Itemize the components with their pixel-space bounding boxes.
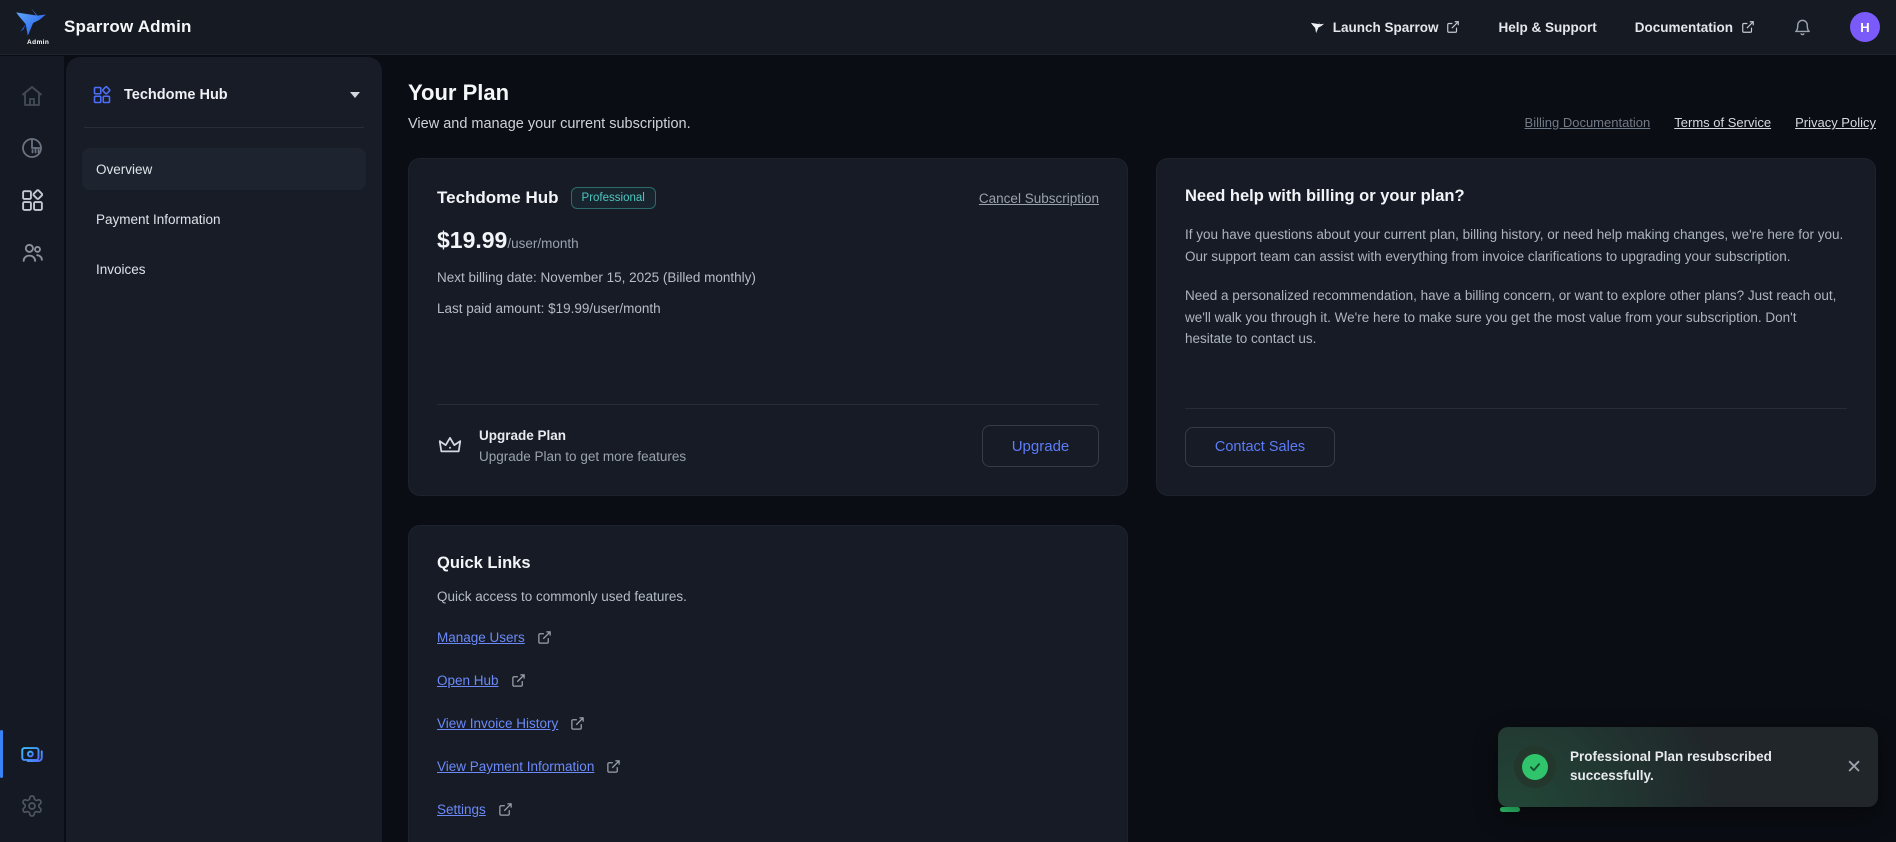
home-icon[interactable] [14,78,50,114]
plan-price: $19.99 [437,227,507,254]
launch-sparrow-label: Launch Sparrow [1333,20,1439,35]
page-head: Your Plan View and manage your current s… [408,80,1876,132]
external-link-icon [570,716,585,731]
external-link-icon [511,673,526,688]
workspace-selector[interactable]: Techdome Hub [82,79,366,111]
workspace-name: Techdome Hub [124,87,338,103]
external-link-icon [1741,20,1755,34]
billing-documentation-link[interactable]: Billing Documentation [1525,115,1651,130]
sparrow-bird-icon [1310,20,1325,35]
quick-links-subtitle: Quick access to commonly used features. [437,589,1099,604]
success-icon-ring [1514,746,1556,788]
quick-link-row: View Invoice History [437,716,1099,731]
upgrade-plan-title: Upgrade Plan [479,428,686,443]
user-avatar[interactable]: H [1850,12,1880,42]
quick-links-title: Quick Links [437,554,1099,573]
manage-users-link[interactable]: Manage Users [437,630,525,645]
plan-name: Techdome Hub [437,188,559,208]
terms-of-service-link[interactable]: Terms of Service [1674,115,1771,130]
page-subtitle: View and manage your current subscriptio… [408,116,691,132]
success-toast: Professional Plan resubscribed successfu… [1498,727,1878,807]
close-icon[interactable]: ✕ [1846,758,1862,777]
quick-link-row: Open Hub [437,673,1099,688]
notifications-button[interactable] [1793,18,1812,37]
plan-card: Techdome Hub Professional Cancel Subscri… [408,158,1128,496]
sidebar-item-payment-information[interactable]: Payment Information [82,198,366,240]
sidebar-divider [84,127,364,128]
external-link-icon [537,630,552,645]
upgrade-plan-subtitle: Upgrade Plan to get more features [479,449,686,464]
documentation-button[interactable]: Documentation [1635,20,1755,35]
app-title: Sparrow Admin [64,17,192,37]
quick-link-row: Manage Users [437,630,1099,645]
help-support-label: Help & Support [1498,20,1596,35]
help-paragraph-1: If you have questions about your current… [1185,224,1847,267]
external-link-icon [606,759,621,774]
privacy-policy-link[interactable]: Privacy Policy [1795,115,1876,130]
help-paragraph-2: Need a personalized recommendation, have… [1185,285,1847,350]
page-title: Your Plan [408,80,691,106]
next-billing-date: Next billing date: November 15, 2025 (Bi… [437,270,1099,285]
icon-rail [0,56,64,842]
sidebar-item-invoices[interactable]: Invoices [82,248,366,290]
legal-links: Billing Documentation Terms of Service P… [1525,115,1876,132]
external-link-icon [1446,20,1460,34]
settings-icon[interactable] [14,788,50,824]
sidebar-item-label: Overview [96,162,152,177]
analytics-icon[interactable] [14,130,50,166]
apps-icon[interactable] [14,182,50,218]
billing-icon[interactable] [14,736,50,772]
workspace-icon [92,85,112,105]
check-circle-icon [1522,754,1548,780]
sparrow-bird-icon [14,6,48,40]
launch-sparrow-button[interactable]: Launch Sparrow [1310,20,1461,35]
users-icon[interactable] [14,234,50,270]
rail-bottom-group [14,736,50,828]
app-header: Admin Sparrow Admin Launch Sparrow Help … [0,0,1896,55]
quick-links-card: Quick Links Quick access to commonly use… [408,525,1128,842]
bell-icon [1793,18,1812,37]
chevron-down-icon [350,92,360,98]
settings-link[interactable]: Settings [437,802,486,817]
crown-icon [437,433,463,459]
view-invoice-history-link[interactable]: View Invoice History [437,716,558,731]
view-payment-information-link[interactable]: View Payment Information [437,759,594,774]
quick-link-row: View Payment Information [437,759,1099,774]
plan-price-suffix: /user/month [507,236,578,251]
open-hub-link[interactable]: Open Hub [437,673,499,688]
contact-sales-button[interactable]: Contact Sales [1185,427,1335,467]
external-link-icon [498,802,513,817]
sparrow-logo: Admin [14,6,54,48]
last-paid-amount: Last paid amount: $19.99/user/month [437,301,1099,316]
plan-tier-badge: Professional [571,187,656,209]
quick-links-list: Manage Users Open Hub View Invoice Histo… [437,630,1099,817]
sidebar: Techdome Hub Overview Payment Informatio… [66,57,382,842]
quick-link-row: Settings [437,802,1099,817]
billing-help-card: Need help with billing or your plan? If … [1156,158,1876,496]
help-support-button[interactable]: Help & Support [1498,20,1596,35]
active-indicator [0,730,3,778]
upgrade-button[interactable]: Upgrade [982,425,1099,467]
toast-progress-bar [1500,807,1520,812]
header-actions: Launch Sparrow Help & Support Documentat… [1310,12,1880,42]
main-content: Your Plan View and manage your current s… [387,55,1896,842]
sidebar-item-label: Invoices [96,262,146,277]
cancel-subscription-link[interactable]: Cancel Subscription [979,191,1099,206]
card-divider [1185,408,1847,409]
toast-message: Professional Plan resubscribed successfu… [1570,748,1810,786]
documentation-label: Documentation [1635,20,1733,35]
logo-admin-label: Admin [27,39,49,46]
help-card-title: Need help with billing or your plan? [1185,187,1847,206]
sidebar-item-overview[interactable]: Overview [82,148,366,190]
sidebar-item-label: Payment Information [96,212,221,227]
